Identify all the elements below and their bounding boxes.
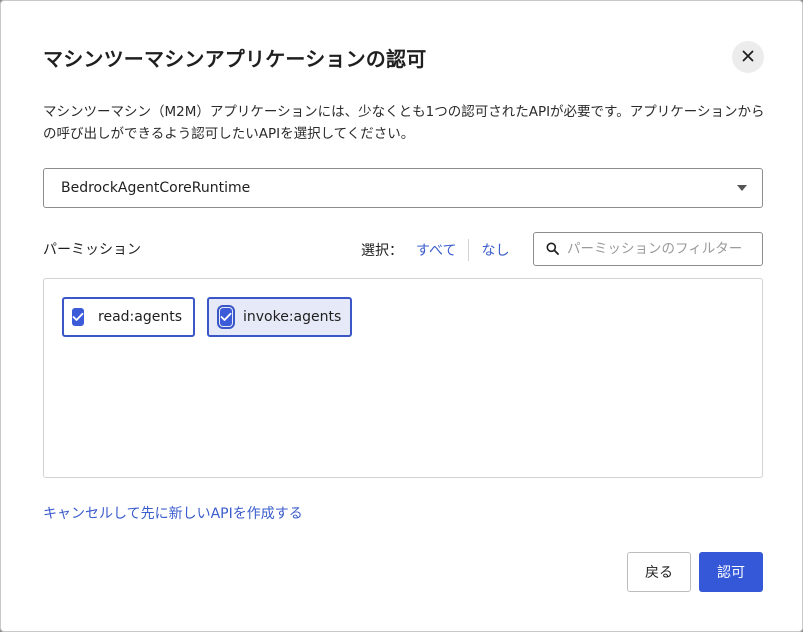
- api-select-value: BedrockAgentCoreRuntime: [61, 180, 251, 196]
- authorize-button[interactable]: 認可: [699, 552, 763, 592]
- close-icon: [742, 50, 754, 65]
- select-all-link[interactable]: すべて: [416, 240, 456, 260]
- dialog-title: マシンツーマシンアプリケーションの認可: [43, 47, 427, 71]
- permission-label: invoke:agents: [243, 309, 342, 325]
- permission-filter-input[interactable]: [567, 241, 757, 257]
- search-icon: [546, 240, 559, 259]
- create-new-api-link[interactable]: キャンセルして先に新しいAPIを作成する: [43, 503, 303, 523]
- authorize-m2m-dialog: マシンツーマシンアプリケーションの認可 マシンツーマシン（M2M）アプリケーショ…: [0, 0, 803, 632]
- checkbox-checked[interactable]: [217, 305, 235, 329]
- permission-chip-read-agents[interactable]: read:agents: [62, 297, 195, 337]
- permission-filter[interactable]: [533, 232, 763, 266]
- select-divider: [468, 239, 470, 261]
- back-button[interactable]: 戻る: [627, 552, 691, 592]
- dialog-description: マシンツーマシン（M2M）アプリケーションには、少なくとも1つの認可されたAPI…: [43, 104, 765, 142]
- checkmark-icon: [220, 312, 232, 321]
- api-select[interactable]: BedrockAgentCoreRuntime: [43, 168, 763, 208]
- checkbox-checked[interactable]: [72, 308, 85, 326]
- chevron-down-icon: [737, 185, 747, 191]
- checkmark-icon: [72, 312, 84, 321]
- select-label: 選択：: [361, 243, 403, 259]
- permission-label: read:agents: [98, 309, 182, 325]
- select-controls: 選択： すべて なし: [361, 239, 509, 261]
- permissions-label: パーミッション: [43, 242, 141, 258]
- permissions-list: read:agents invoke:agents: [43, 278, 763, 478]
- close-button[interactable]: [732, 41, 764, 73]
- permission-chip-invoke-agents[interactable]: invoke:agents: [207, 297, 352, 337]
- select-none-link[interactable]: なし: [481, 240, 509, 260]
